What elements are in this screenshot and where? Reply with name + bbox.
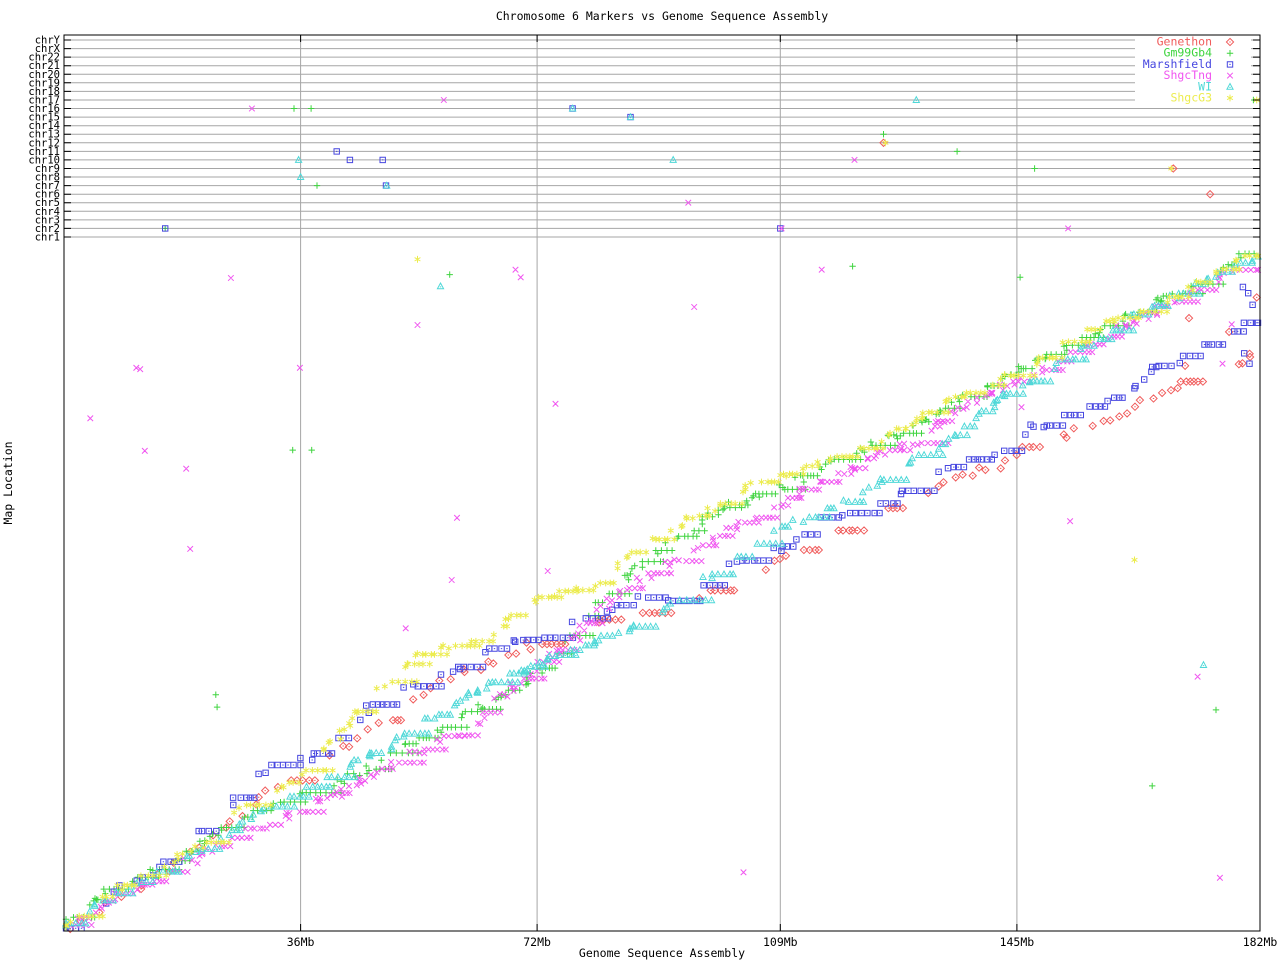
legend-label: ShgcG3	[1170, 91, 1212, 105]
x-tick-label: 145Mb	[1000, 935, 1035, 949]
x-tick-label: 36Mb	[287, 935, 315, 949]
series-genethon	[65, 138, 1262, 934]
series-shgcg3	[62, 96, 1262, 930]
x-tick-label: 72Mb	[523, 935, 551, 949]
axes-layer: 36Mb 72Mb 109Mb 145Mb 182Mbchr1chr2chr3chr4c…	[28, 34, 1278, 949]
series-marshfield	[62, 105, 1262, 932]
y-tick-label-chrY: chrY	[35, 35, 61, 47]
points-layer	[62, 95, 1262, 934]
chart-title: Chromosome 6 Markers vs Genome Sequence …	[496, 9, 828, 23]
series-wi	[62, 95, 1262, 929]
series-shgctng	[66, 96, 1262, 929]
x-tick-label: 182Mb	[1243, 935, 1278, 949]
chart-figure: 36Mb 72Mb 109Mb 145Mb 182Mb chr1 chr2 chr3 chr4 c…	[0, 0, 1280, 960]
x-axis-title: Genome Sequence Assembly	[579, 946, 745, 960]
chart-svg: 36Mb 72Mb 109Mb 145Mb 182Mbchr1chr2chr3chr4c…	[1, 9, 1278, 960]
series-gm99gb4	[62, 96, 1258, 931]
y-axis-title: Map Location	[1, 441, 15, 524]
legend: GenethonGm99Gb4MarshfieldShgcTngWIShgcG3	[1135, 35, 1251, 105]
x-tick-label: 109Mb	[763, 935, 798, 949]
